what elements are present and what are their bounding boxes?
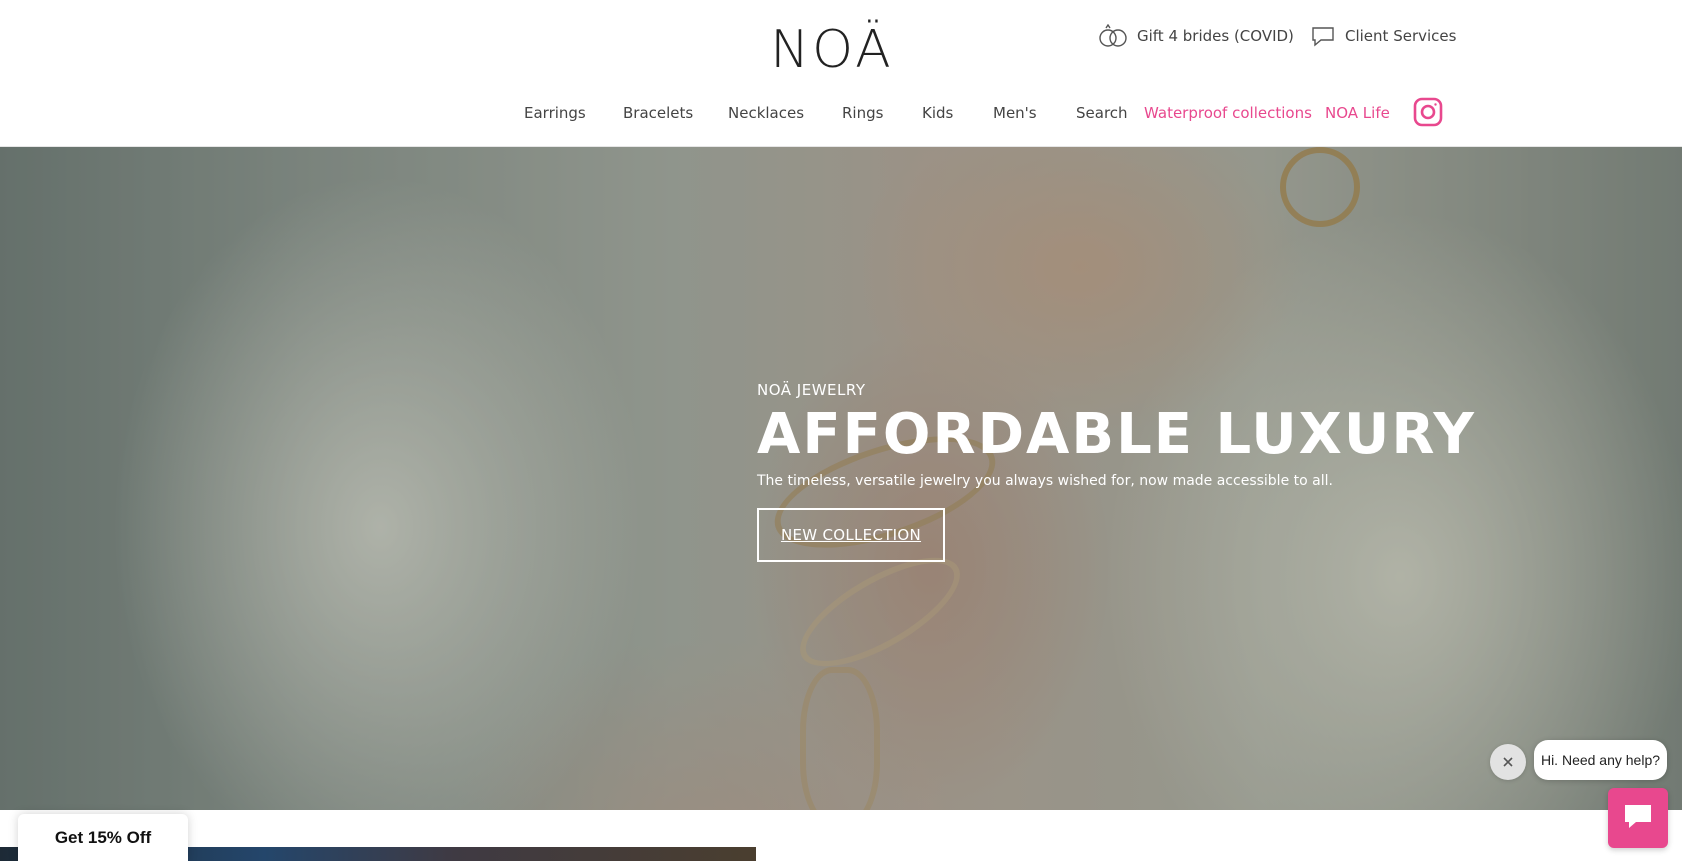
chat-bubble-icon <box>1310 24 1336 48</box>
logo-text: NOÄ <box>770 20 894 80</box>
site-header: NOÄ Gift 4 brides (COVID) Client Service… <box>0 0 1682 147</box>
nav-kids[interactable]: Kids <box>922 100 953 126</box>
gift-link[interactable]: Gift 4 brides (COVID) <box>1098 24 1294 48</box>
client-services-label: Client Services <box>1345 27 1457 45</box>
nav-search[interactable]: Search <box>1076 100 1128 126</box>
nav-necklaces[interactable]: Necklaces <box>728 100 804 126</box>
nav-waterproof-collections[interactable]: Waterproof collections <box>1144 100 1312 126</box>
gift-label: Gift 4 brides (COVID) <box>1137 27 1294 45</box>
nav-noa-life[interactable]: NOA Life <box>1325 100 1390 126</box>
nav-mens[interactable]: Men's <box>993 100 1037 126</box>
hero-subtitle: The timeless, versatile jewelry you alwa… <box>757 473 1333 489</box>
chat-greeting[interactable]: Hi. Need any help? <box>1534 740 1667 780</box>
close-icon[interactable] <box>1490 744 1526 780</box>
nav-rings[interactable]: Rings <box>842 100 883 126</box>
nav-earrings[interactable]: Earrings <box>524 100 586 126</box>
instagram-icon[interactable] <box>1413 97 1443 127</box>
new-collection-button[interactable]: NEW COLLECTION <box>757 508 945 562</box>
hero-banner: NOÄ JEWELRY AFFORDABLE LUXURY The timele… <box>0 147 1682 810</box>
client-services-link[interactable]: Client Services <box>1310 24 1456 48</box>
chat-button[interactable] <box>1608 788 1668 848</box>
hero-title: AFFORDABLE LUXURY <box>757 402 1476 467</box>
rings-icon <box>1098 24 1128 48</box>
site-logo[interactable]: NOÄ <box>770 22 894 78</box>
nav-bracelets[interactable]: Bracelets <box>623 100 693 126</box>
discount-tab[interactable]: Get 15% Off <box>18 814 188 861</box>
chat-icon <box>1623 803 1653 833</box>
